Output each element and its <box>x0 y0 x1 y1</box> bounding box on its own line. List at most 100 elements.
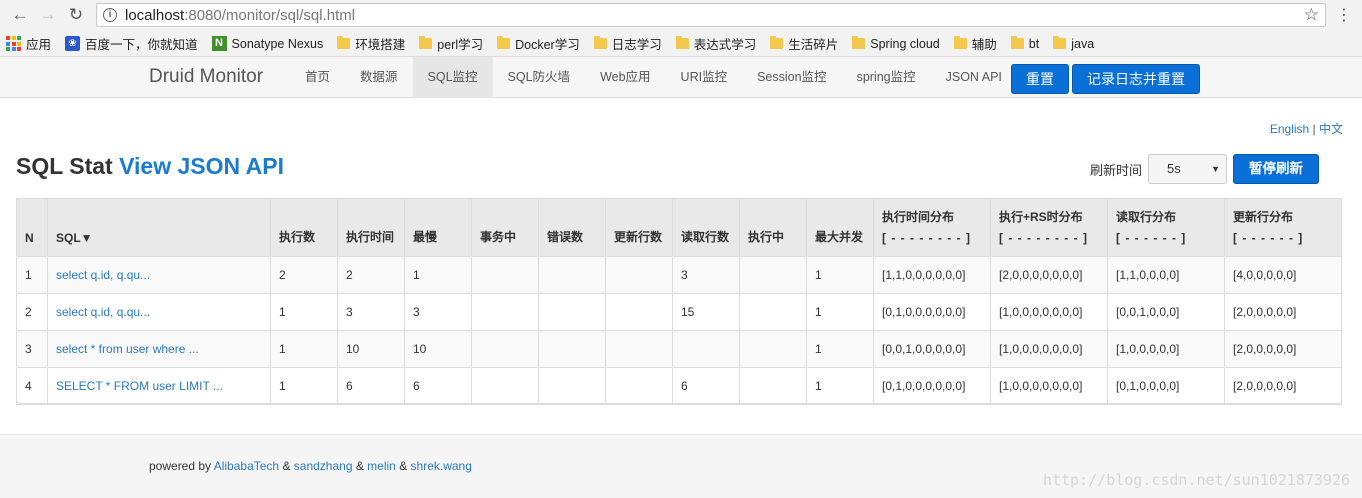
table-cell: [2,0,0,0,0,0] <box>1224 367 1342 405</box>
table-cell <box>672 330 740 368</box>
brand-title[interactable]: Druid Monitor <box>149 66 263 88</box>
nav-link[interactable]: 首页 <box>290 57 345 98</box>
table-cell: 15 <box>672 293 740 331</box>
bookmark-label: 日志学习 <box>611 38 662 52</box>
back-arrow-icon[interactable]: ← <box>6 2 34 28</box>
baidu-paw-icon: ❀ <box>65 36 81 51</box>
nav-link[interactable]: spring监控 <box>842 57 931 98</box>
nav-link[interactable]: Web应用 <box>585 57 665 98</box>
nav-link[interactable]: 数据源 <box>345 57 413 98</box>
column-header: 执行数 <box>270 198 338 257</box>
table-cell: 3 <box>16 330 48 368</box>
sql-stat-table: N SQL▼ 执行数 执行时间 最慢 事务中 错误数 更新行数 读取行数 执行中 最大并发 执行时间分… <box>16 198 1342 405</box>
footer-author-link[interactable]: shrek.wang <box>411 459 472 473</box>
bookmark-label: 辅助 <box>971 38 997 52</box>
bookmark-item[interactable]: Docker学习 <box>497 34 580 53</box>
info-icon[interactable]: i <box>103 8 117 22</box>
table-cell: [2,0,0,0,0,0] <box>1224 330 1342 368</box>
reset-button[interactable]: 重置 <box>1011 64 1069 94</box>
url-host: localhost <box>125 6 185 24</box>
footer-author-link[interactable]: AlibabaTech <box>214 459 279 473</box>
folder-icon <box>852 36 866 49</box>
nav-link[interactable]: SQL监控 <box>412 57 493 98</box>
footer-author-link[interactable]: sandzhang <box>294 459 353 473</box>
bookmark-item[interactable]: 环境搭建 <box>337 34 405 53</box>
bookmark-item[interactable]: java <box>1053 36 1094 51</box>
table-cell: 2 <box>270 256 338 294</box>
footer-prefix: powered by <box>149 459 214 473</box>
table-cell <box>605 256 673 294</box>
footer-joiner: & <box>395 459 411 473</box>
sql-link[interactable]: SELECT * FROM user LIMIT ... <box>47 367 271 405</box>
column-header-label: 最慢 <box>413 230 438 244</box>
bookmark-item[interactable]: N Sonatype Nexus <box>211 36 323 51</box>
apps-grid-icon <box>6 36 21 51</box>
bookmarks-bar: 应用 ❀ 百度一下，你就知道 N Sonatype Nexus 环境搭建 perl学习 Doc… <box>0 30 1362 57</box>
bookmark-item[interactable]: 日志学习 <box>593 34 662 53</box>
bookmark-item[interactable]: bt <box>1010 36 1039 51</box>
lang-separator: | <box>1312 122 1316 136</box>
reload-icon[interactable]: ↻ <box>62 2 90 28</box>
nav-link[interactable]: URI监控 <box>666 57 743 98</box>
nav-link[interactable]: SQL防火墙 <box>493 57 586 98</box>
bookmark-star-icon[interactable]: ☆ <box>1304 5 1319 25</box>
table-cell: 3 <box>337 293 405 331</box>
column-header[interactable]: SQL▼ <box>47 198 271 257</box>
bookmark-item[interactable]: Spring cloud <box>852 36 940 51</box>
footer-credits: powered by AlibabaTech & sandzhang & mel… <box>149 459 472 473</box>
footer-author-link[interactable]: melin <box>367 459 396 473</box>
column-header: 更新行数 <box>605 198 673 257</box>
caret-down-icon: ▼ <box>1211 164 1221 174</box>
log-and-reset-button[interactable]: 记录日志并重置 <box>1072 64 1200 94</box>
bookmark-item[interactable]: 辅助 <box>953 34 997 53</box>
column-header-label: 执行时间 <box>346 230 395 244</box>
table-cell <box>605 293 673 331</box>
nav-link[interactable]: Session监控 <box>742 57 841 98</box>
lang-english-link[interactable]: English <box>1270 122 1309 136</box>
table-cell: 4 <box>16 367 48 405</box>
bookmark-item[interactable]: perl学习 <box>419 34 483 53</box>
table-cell <box>471 330 539 368</box>
pause-refresh-button[interactable]: 暂停刷新 <box>1233 154 1320 184</box>
table-cell: 2 <box>337 256 405 294</box>
table-cell <box>538 293 606 331</box>
nav-link[interactable]: JSON API <box>931 57 1017 98</box>
sql-link[interactable]: select * from user where ... <box>47 330 271 368</box>
refresh-interval-select[interactable]: 5s ▼ <box>1148 154 1228 184</box>
column-header: 执行时间 <box>337 198 405 257</box>
view-json-api-link[interactable]: View JSON API <box>119 153 284 179</box>
column-header: 最大并发 <box>806 198 874 257</box>
table-cell <box>739 330 807 368</box>
address-row: ← → ↻ i localhost:8080/monitor/sql/sql.h… <box>0 0 1362 30</box>
footer-joiner: & <box>352 459 368 473</box>
table-cell: [1,1,0,0,0,0,0,0] <box>873 256 991 294</box>
table-cell: [2,0,0,0,0,0,0,0] <box>990 256 1108 294</box>
bookmark-item[interactable]: 应用 <box>6 34 51 53</box>
column-header-range: [ - - - - - - ] <box>1233 231 1304 245</box>
lang-chinese-link[interactable]: 中文 <box>1319 122 1343 136</box>
bookmark-label: Spring cloud <box>870 36 940 51</box>
bookmark-label: 百度一下，你就知道 <box>85 38 198 52</box>
folder-icon <box>497 36 511 49</box>
browser-menu-icon[interactable]: ⋮ <box>1332 5 1356 25</box>
table-body: 1 select q.id, q.qu... 2 2 1 3 1 [1,1,0,0,0,0,0… <box>16 256 1342 405</box>
bookmark-item[interactable]: 生活碎片 <box>770 34 838 53</box>
bookmark-item[interactable]: 表达式学习 <box>675 34 756 53</box>
forward-arrow-icon[interactable]: → <box>34 2 62 28</box>
table-cell: 6 <box>404 367 472 405</box>
bookmark-item[interactable]: ❀ 百度一下，你就知道 <box>65 34 198 53</box>
column-header-label: 执行时间分布 <box>882 210 955 224</box>
table-cell: [2,0,0,0,0,0] <box>1224 293 1342 331</box>
page-title: SQL Stat View JSON API <box>16 153 284 180</box>
table-row: 3 select * from user where ... 1 10 10 1 [0,0,… <box>16 330 1342 368</box>
table-cell: 3 <box>404 293 472 331</box>
table-cell: 10 <box>337 330 405 368</box>
table-row: 4 SELECT * FROM user LIMIT ... 1 6 6 6 1 [0,1,0… <box>16 367 1342 405</box>
sql-link[interactable]: select q.id, q.qu... <box>47 256 271 294</box>
address-bar[interactable]: i localhost:8080/monitor/sql/sql.html ☆ <box>96 3 1326 27</box>
watermark: http://blog.csdn.net/sun1021873926 <box>1042 471 1350 489</box>
table-cell: 1 <box>806 256 874 294</box>
folder-icon <box>1053 36 1067 49</box>
sql-link[interactable]: select q.id, q.qu... <box>47 293 271 331</box>
table-cell: 3 <box>672 256 740 294</box>
